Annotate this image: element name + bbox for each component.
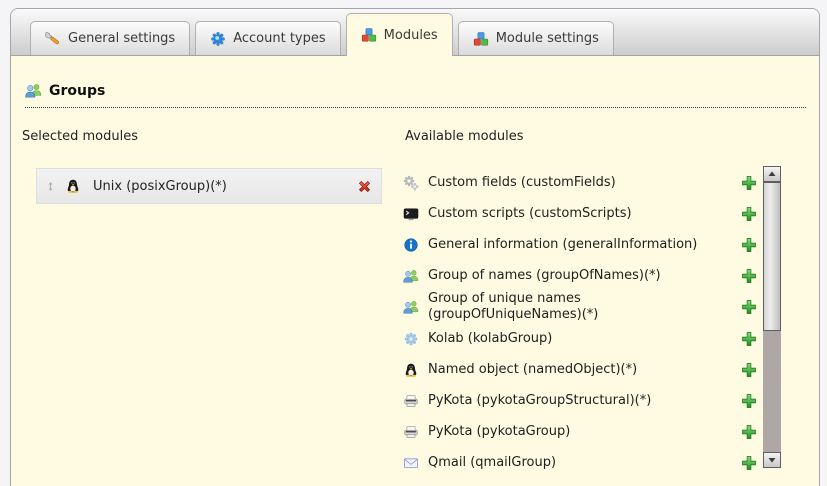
scroll-down-icon bbox=[766, 454, 778, 466]
selected-modules-heading: Selected modules bbox=[22, 129, 138, 144]
module-named-object: Named object (namedObject)(*) bbox=[403, 354, 757, 385]
config-dialog: General settings Account types Modules M… bbox=[10, 8, 820, 486]
scrollbar bbox=[763, 166, 781, 468]
add-module-button[interactable] bbox=[741, 455, 757, 471]
tux-icon bbox=[65, 178, 81, 194]
modules-panel: Groups Selected modules Available module… bbox=[11, 56, 819, 486]
scrollbar-track[interactable] bbox=[763, 182, 781, 452]
available-modules-list: Custom fields (customFields) Custom scri… bbox=[403, 167, 757, 478]
add-module-button[interactable] bbox=[741, 424, 757, 440]
module-qmail: Qmail (qmailGroup) bbox=[403, 447, 757, 478]
add-module-button[interactable] bbox=[741, 331, 757, 347]
module-label: Custom scripts (customScripts) bbox=[428, 206, 632, 222]
add-module-button[interactable] bbox=[741, 268, 757, 284]
gear-icon bbox=[210, 31, 226, 47]
add-module-button[interactable] bbox=[741, 299, 757, 315]
module-group-of-names: Group of names (groupOfNames)(*) bbox=[403, 260, 757, 291]
tab-label: Modules bbox=[384, 28, 438, 43]
section-header: Groups bbox=[25, 82, 806, 108]
module-label: Unix (posixGroup)(*) bbox=[93, 179, 227, 194]
add-module-button[interactable] bbox=[741, 175, 757, 191]
module-label: General information (generalInformation) bbox=[428, 237, 697, 253]
add-module-button[interactable] bbox=[741, 206, 757, 222]
selected-module-unix: Unix (posixGroup)(*) bbox=[36, 168, 382, 204]
selected-modules-list: Unix (posixGroup)(*) bbox=[36, 168, 382, 204]
module-label: Group of names (groupOfNames)(*) bbox=[428, 268, 661, 284]
module-label: PyKota (pykotaGroupStructural)(*) bbox=[428, 393, 651, 409]
group-icon bbox=[403, 299, 419, 315]
module-general-info: General information (generalInformation) bbox=[403, 229, 757, 260]
add-module-button[interactable] bbox=[741, 237, 757, 253]
module-label: Kolab (kolabGroup) bbox=[428, 331, 552, 347]
module-label: Custom fields (customFields) bbox=[428, 175, 616, 191]
tux-icon bbox=[403, 362, 419, 378]
cubes-icon bbox=[361, 27, 377, 43]
module-label: Group of unique names (groupOfUniqueName… bbox=[428, 291, 713, 323]
scroll-up-icon bbox=[766, 168, 778, 180]
tab-module-settings[interactable]: Module settings bbox=[458, 21, 614, 55]
module-pykota: PyKota (pykotaGroup) bbox=[403, 416, 757, 447]
tab-label: Module settings bbox=[496, 31, 599, 46]
tab-account-types[interactable]: Account types bbox=[195, 21, 340, 55]
module-label: PyKota (pykotaGroup) bbox=[428, 424, 570, 440]
add-module-button[interactable] bbox=[741, 362, 757, 378]
available-modules-heading: Available modules bbox=[405, 129, 523, 144]
module-label: Qmail (qmailGroup) bbox=[428, 455, 556, 471]
add-module-button[interactable] bbox=[741, 393, 757, 409]
tab-modules[interactable]: Modules bbox=[346, 13, 453, 56]
printer-icon bbox=[403, 424, 419, 440]
printer-icon bbox=[403, 393, 419, 409]
scroll-down-button[interactable] bbox=[763, 452, 781, 468]
gears-icon bbox=[403, 175, 419, 191]
wrench-icon bbox=[45, 31, 61, 47]
module-kolab: Kolab (kolabGroup) bbox=[403, 323, 757, 354]
move-handle-icon[interactable] bbox=[45, 179, 56, 194]
section-title: Groups bbox=[49, 83, 105, 99]
module-pykota-structural: PyKota (pykotaGroupStructural)(*) bbox=[403, 385, 757, 416]
tab-bar: General settings Account types Modules M… bbox=[11, 9, 819, 56]
group-icon bbox=[403, 268, 419, 284]
module-custom-fields: Custom fields (customFields) bbox=[403, 167, 757, 198]
scrollbar-thumb[interactable] bbox=[763, 182, 781, 331]
remove-module-button[interactable] bbox=[356, 178, 373, 195]
terminal-icon bbox=[403, 206, 419, 222]
tab-label: Account types bbox=[233, 31, 325, 46]
tab-label: General settings bbox=[68, 31, 175, 46]
module-label: Named object (namedObject)(*) bbox=[428, 362, 637, 378]
cubes-icon bbox=[473, 31, 489, 47]
kolab-gear-icon bbox=[403, 331, 419, 347]
mail-icon bbox=[403, 455, 419, 471]
tab-general-settings[interactable]: General settings bbox=[30, 21, 190, 55]
scroll-up-button[interactable] bbox=[763, 166, 781, 182]
info-icon bbox=[403, 237, 419, 253]
module-custom-scripts: Custom scripts (customScripts) bbox=[403, 198, 757, 229]
groups-icon bbox=[25, 82, 42, 99]
module-group-of-unique-names: Group of unique names (groupOfUniqueName… bbox=[403, 291, 757, 323]
